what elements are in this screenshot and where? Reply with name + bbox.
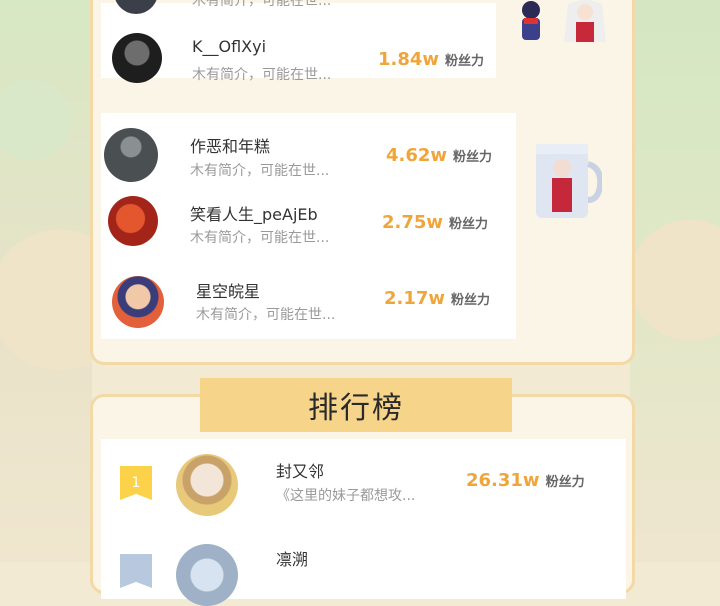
user-name: K__OflXyi (192, 37, 267, 56)
avatar (176, 454, 238, 516)
fan-power-value: 4.62w (386, 145, 448, 166)
avatar (114, 0, 158, 14)
fan-power: 2.17w 粉丝力 (384, 288, 490, 309)
background-left (0, 0, 92, 562)
fan-power-unit: 粉丝力 (449, 217, 489, 232)
ranking-item[interactable]: 1 封又邻 《这里的妹子都想攻... 26.31w 粉丝力 (118, 454, 618, 516)
user-bio: 木有简介，可能在世... (190, 163, 330, 179)
list-item[interactable]: 星空皖星 木有简介，可能在世... 2.17w 粉丝力 (104, 274, 514, 334)
fan-power-value: 2.17w (384, 288, 446, 309)
list-item[interactable]: 作恶和年糕 木有简介，可能在世... 4.62w 粉丝力 (104, 128, 514, 188)
list-item[interactable]: 木有简介，可能在世... (110, 0, 490, 30)
background-right (630, 0, 720, 562)
ranking-title: 排行榜 (200, 378, 512, 432)
user-name: 作恶和年糕 (190, 137, 271, 156)
user-bio: 木有简介，可能在世... (192, 0, 332, 9)
user-bio: 木有简介，可能在世... (190, 230, 330, 246)
user-name: 凛溯 (276, 550, 309, 569)
list-item[interactable]: 笑看人生_peAjEb 木有简介，可能在世... 2.75w 粉丝力 (104, 196, 514, 256)
ranking-item[interactable]: 凛溯 (118, 540, 618, 606)
avatar (176, 544, 238, 606)
character-illustration (560, 0, 610, 46)
fan-power: 26.31w 粉丝力 (466, 470, 585, 491)
rank-badge: 1 (120, 466, 152, 500)
fan-power-value: 26.31w (466, 470, 540, 491)
user-name: 星空皖星 (196, 282, 261, 301)
rank-badge (120, 554, 152, 588)
fan-power-unit: 粉丝力 (445, 54, 485, 69)
fan-power-unit: 粉丝力 (451, 293, 491, 308)
mug-illustration (530, 138, 604, 224)
fan-power: 1.84w 粉丝力 (378, 49, 484, 70)
avatar (108, 196, 158, 246)
fan-power: 2.75w 粉丝力 (382, 212, 488, 233)
fan-power: 4.62w 粉丝力 (386, 145, 492, 166)
user-bio: 木有简介，可能在世... (192, 67, 332, 83)
user-name: 封又邻 (276, 462, 325, 481)
character-illustration (512, 0, 550, 44)
user-bio: 《这里的妹子都想攻... (276, 488, 416, 504)
list-item[interactable]: K__OflXyi 木有简介，可能在世... 1.84w 粉丝力 (110, 33, 490, 93)
fan-power-value: 1.84w (378, 49, 440, 70)
avatar (112, 33, 162, 83)
user-name: 笑看人生_peAjEb (190, 205, 318, 224)
user-bio: 木有简介，可能在世... (196, 307, 336, 323)
fan-power-unit: 粉丝力 (545, 475, 585, 490)
avatar (104, 128, 158, 182)
fan-power-unit: 粉丝力 (453, 150, 493, 165)
avatar (112, 276, 164, 328)
fan-power-value: 2.75w (382, 212, 444, 233)
